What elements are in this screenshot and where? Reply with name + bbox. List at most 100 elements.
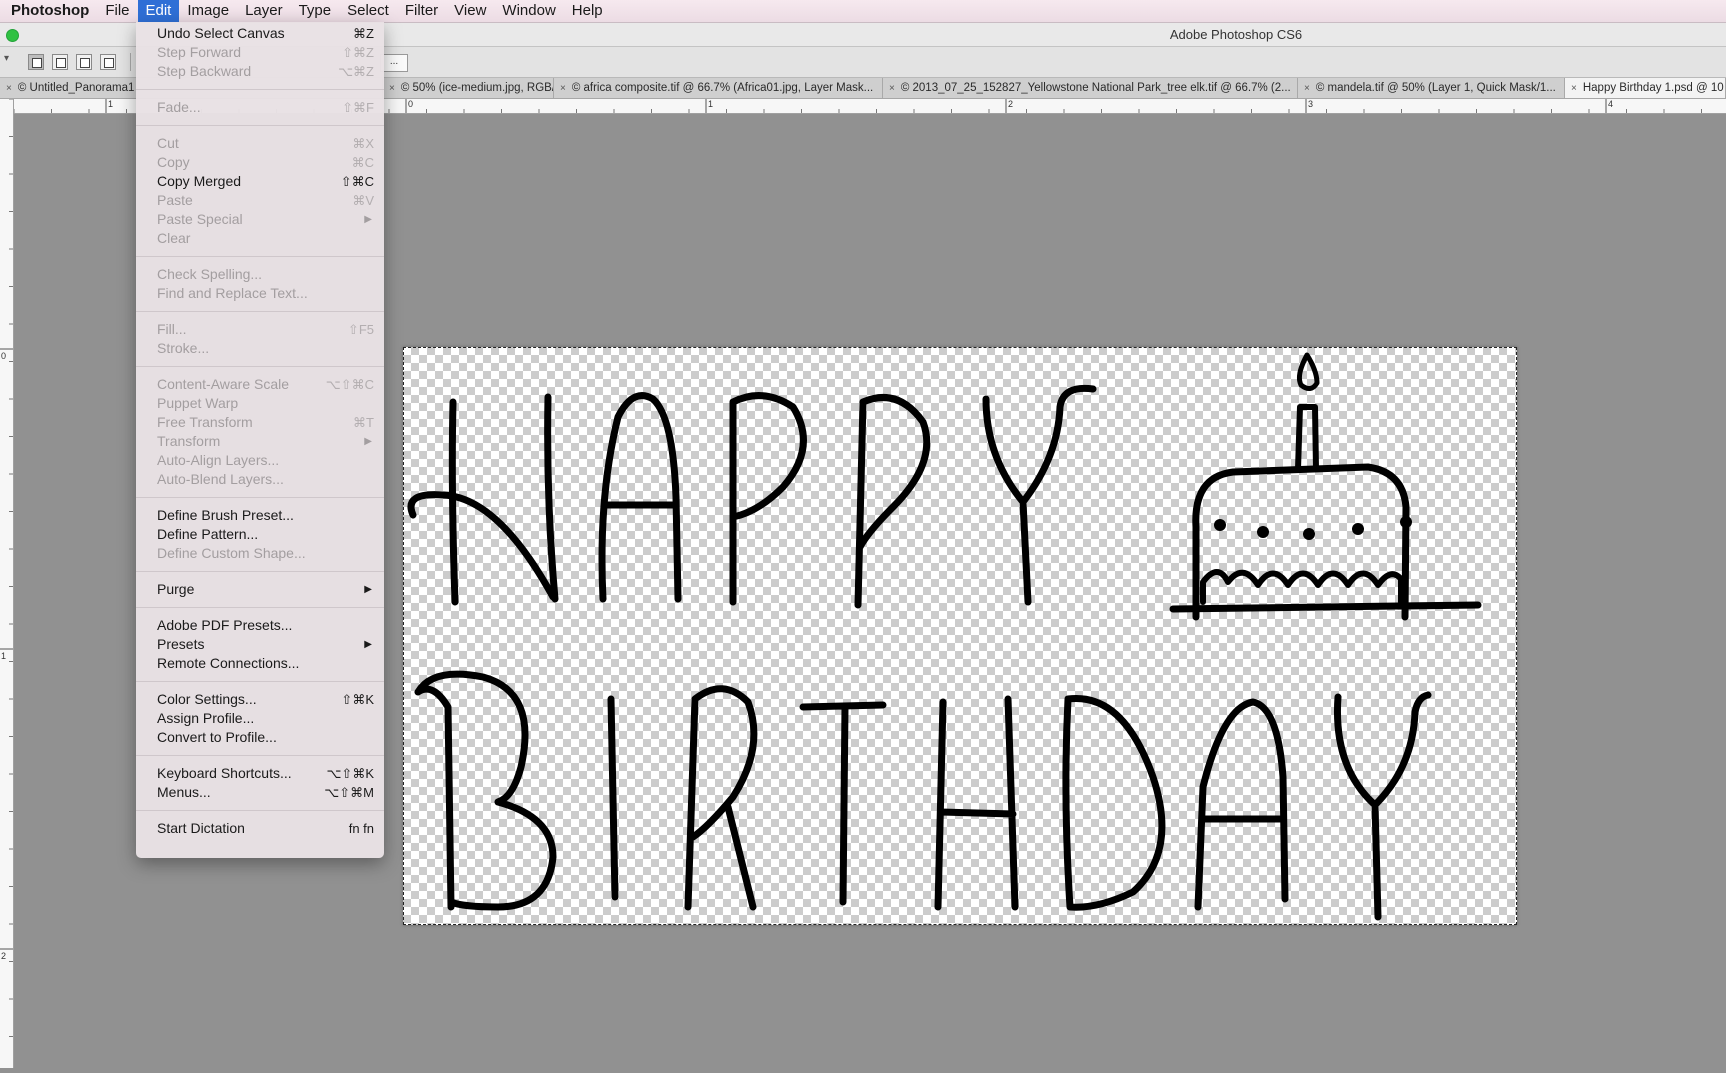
menu-item-shortcut: ⇧⌘C	[340, 174, 374, 189]
document-tab[interactable]: × © mandela.tif @ 50% (Layer 1, Quick Mas…	[1298, 78, 1565, 98]
menu-item-copy: Copy ⌘C	[136, 153, 384, 172]
intersect-selection-icon[interactable]	[100, 54, 116, 70]
document-tab[interactable]: × © 2013_07_25_152827_Yellowstone Nationa…	[883, 78, 1298, 98]
menu-item-shortcut: ⌥⇧⌘C	[325, 377, 374, 392]
menu-item-shortcut: fn fn	[348, 821, 374, 836]
menu-item-shortcut: ⇧⌘F	[342, 100, 374, 115]
ruler-label: 3	[1308, 99, 1314, 109]
refine-edge-button[interactable]: ...	[380, 54, 408, 72]
menu-item-copy-merged[interactable]: Copy Merged ⇧⌘C	[136, 172, 384, 191]
menu-item-undo-select-canvas[interactable]: Undo Select Canvas ⌘Z	[136, 24, 384, 43]
menu-photoshop[interactable]: Photoshop	[0, 0, 97, 22]
menu-item-start-dictation[interactable]: Start Dictation fn fn	[136, 819, 384, 838]
document-tab-label: 50% (ice-medium.jpg, RGB/...	[412, 82, 554, 94]
menu-filter[interactable]: Filter	[397, 0, 446, 22]
menu-item-define-pattern[interactable]: Define Pattern...	[136, 525, 384, 544]
ruler-label: 1	[108, 99, 114, 109]
menu-item-label: Convert to Profile...	[157, 729, 277, 745]
menu-item-shortcut: ⇧⌘Z	[342, 45, 374, 60]
close-tab-icon[interactable]: ×	[889, 83, 895, 94]
menu-item-label: Clear	[157, 230, 191, 246]
menu-item-free-transform: Free Transform ⌘T	[136, 413, 384, 432]
window-title: Adobe Photoshop CS6	[1169, 27, 1303, 42]
menu-view[interactable]: View	[446, 0, 494, 22]
menu-item-paste: Paste ⌘V	[136, 191, 384, 210]
menu-item-adobe-pdf-presets[interactable]: Adobe PDF Presets...	[136, 616, 384, 635]
ruler-label: 0	[1, 351, 7, 361]
menu-item-step-backward: Step Backward ⌥⌘Z	[136, 62, 384, 81]
menu-help[interactable]: Help	[564, 0, 611, 22]
selection-marquee	[403, 347, 1517, 925]
menu-item-label: Auto-Blend Layers...	[157, 471, 284, 487]
document-tab[interactable]: × © africa composite.tif @ 66.7% (Africa0…	[554, 78, 883, 98]
menu-item-shortcut: ⌘T	[353, 415, 374, 430]
menu-item-label: Content-Aware Scale	[157, 376, 290, 392]
menu-item-label: Color Settings...	[157, 691, 257, 707]
menu-item-label: Define Custom Shape...	[157, 545, 306, 561]
submenu-arrow-icon: ▶	[364, 639, 372, 650]
ruler-label: 1	[708, 99, 714, 109]
copyright-icon: ©	[1315, 82, 1328, 94]
ruler-label: 4	[1608, 99, 1614, 109]
menu-separator	[136, 125, 384, 126]
subtract-from-selection-icon[interactable]	[76, 54, 92, 70]
document-tab-label: Untitled_Panorama1	[29, 82, 135, 94]
menu-separator	[136, 366, 384, 367]
menu-item-label: Copy	[157, 154, 190, 170]
menu-item-purge[interactable]: Purge ▶	[136, 580, 384, 599]
menu-edit[interactable]: Edit	[137, 0, 180, 22]
menu-item-clear: Clear	[136, 229, 384, 248]
menu-item-fill: Fill... ⇧F5	[136, 320, 384, 339]
menu-select[interactable]: Select	[339, 0, 397, 22]
menu-item-label: Paste	[157, 192, 193, 208]
close-tab-icon[interactable]: ×	[1304, 83, 1310, 94]
menu-item-keyboard-shortcuts[interactable]: Keyboard Shortcuts... ⌥⇧⌘K	[136, 764, 384, 783]
menu-item-label: Purge	[157, 581, 195, 597]
macos-menubar: Photoshop File Edit Image Layer Type Select Fil…	[0, 0, 1726, 23]
menu-item-label: Presets	[157, 636, 205, 652]
menu-image[interactable]: Image	[179, 0, 237, 22]
document-tab[interactable]: × Happy Birthday 1.psd @ 10	[1565, 78, 1726, 98]
menu-item-menus[interactable]: Menus... ⌥⇧⌘M	[136, 783, 384, 802]
ruler-label: 2	[1, 951, 7, 961]
menu-window[interactable]: Window	[494, 0, 563, 22]
vertical-ruler[interactable]: 0 1 2	[0, 98, 14, 1068]
ruler-label: 2	[1008, 99, 1014, 109]
menu-layer[interactable]: Layer	[237, 0, 291, 22]
menu-item-define-custom-shape: Define Custom Shape...	[136, 544, 384, 563]
menu-item-assign-profile[interactable]: Assign Profile...	[136, 709, 384, 728]
submenu-arrow-icon: ▶	[364, 436, 372, 447]
menu-item-color-settings[interactable]: Color Settings... ⇧⌘K	[136, 690, 384, 709]
menu-item-presets[interactable]: Presets ▶	[136, 635, 384, 654]
tool-preset-dropdown-icon[interactable]: ▾	[4, 53, 9, 64]
menu-item-paste-special: Paste Special ▶	[136, 210, 384, 229]
close-tab-icon[interactable]: ×	[6, 83, 12, 94]
menu-item-define-brush-preset[interactable]: Define Brush Preset...	[136, 506, 384, 525]
menu-file[interactable]: File	[97, 0, 137, 22]
menu-item-shortcut: ⇧⌘K	[341, 692, 374, 707]
menu-item-label: Copy Merged	[157, 173, 242, 189]
zoom-window-icon[interactable]	[6, 29, 19, 42]
menu-item-puppet-warp: Puppet Warp	[136, 394, 384, 413]
menu-item-label: Puppet Warp	[157, 395, 239, 411]
add-to-selection-icon[interactable]	[52, 54, 68, 70]
menu-item-find-and-replace-text: Find and Replace Text...	[136, 284, 384, 303]
menu-separator	[136, 497, 384, 498]
document-tab-label: mandela.tif @ 50% (Layer 1, Quick Mask/1…	[1327, 82, 1556, 94]
close-tab-icon[interactable]: ×	[389, 83, 395, 94]
menu-type[interactable]: Type	[291, 0, 340, 22]
menu-separator	[136, 311, 384, 312]
new-selection-icon[interactable]	[28, 54, 44, 70]
document-tab-label: Happy Birthday 1.psd @ 10	[1582, 82, 1724, 94]
submenu-arrow-icon: ▶	[364, 584, 372, 595]
menu-item-label: Stroke...	[157, 340, 210, 356]
menu-item-auto-blend-layers: Auto-Blend Layers...	[136, 470, 384, 489]
close-tab-icon[interactable]: ×	[560, 83, 566, 94]
close-tab-icon[interactable]: ×	[1571, 83, 1577, 94]
menu-item-convert-to-profile[interactable]: Convert to Profile...	[136, 728, 384, 747]
menu-item-remote-connections[interactable]: Remote Connections...	[136, 654, 384, 673]
document-tab[interactable]: × © 50% (ice-medium.jpg, RGB/...	[383, 78, 554, 98]
menu-item-content-aware-scale: Content-Aware Scale ⌥⇧⌘C	[136, 375, 384, 394]
menu-item-check-spelling: Check Spelling...	[136, 265, 384, 284]
document-canvas[interactable]	[403, 347, 1517, 925]
